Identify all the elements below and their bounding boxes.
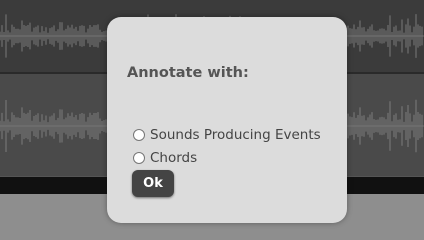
option-chords[interactable]: Chords	[133, 150, 197, 166]
option-sounds-producing-events[interactable]: Sounds Producing Events	[133, 127, 321, 143]
ok-button[interactable]: Ok	[132, 170, 174, 197]
radio-sounds-producing-events[interactable]	[133, 129, 145, 141]
dialog-title: Annotate with:	[127, 65, 249, 81]
annotate-dialog: Annotate with: Sounds Producing Events C…	[107, 17, 347, 223]
option-label: Chords	[150, 150, 198, 166]
radio-chords[interactable]	[133, 152, 145, 164]
option-label: Sounds Producing Events	[150, 127, 321, 143]
